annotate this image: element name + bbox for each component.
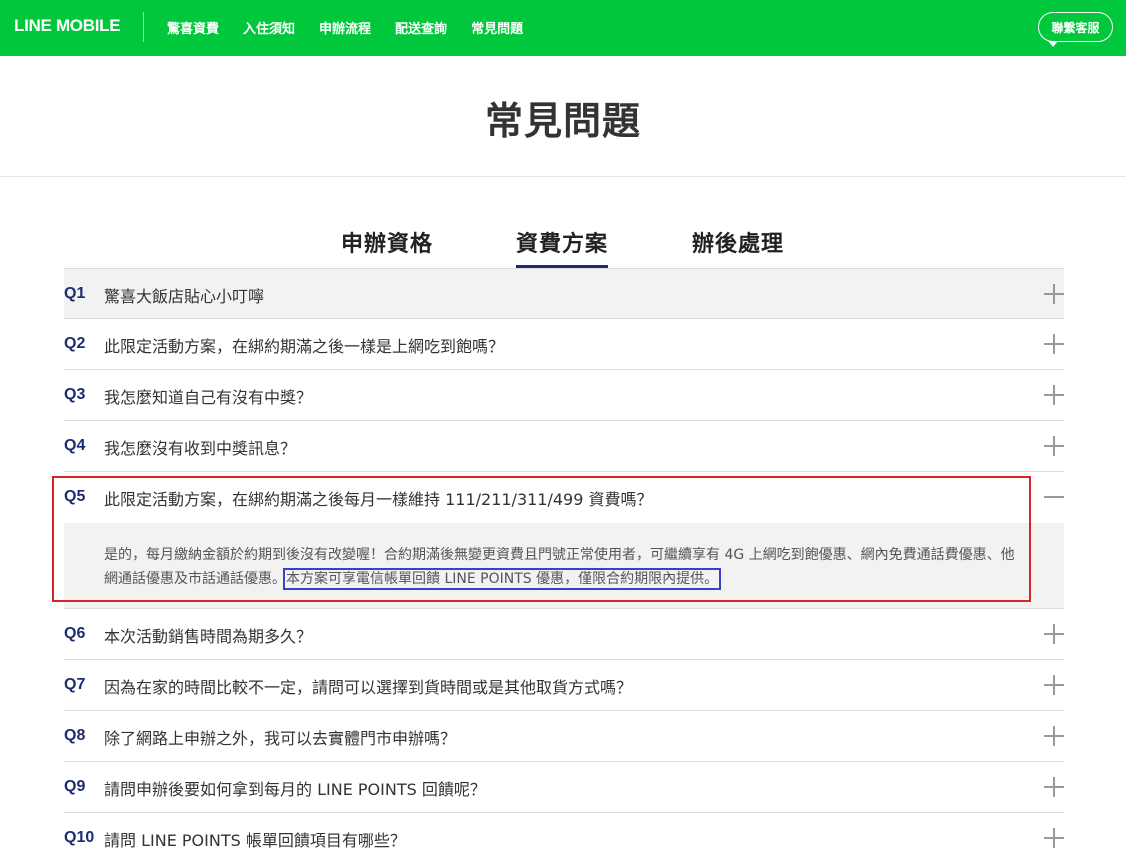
question-number: Q1: [64, 285, 86, 302]
faq-answer-q5: 是的，每月繳納金額於約期到後沒有改變喔！合約期滿後無變更資費且門號正常使用者，可…: [64, 523, 1064, 609]
tab-eligibility[interactable]: 申辦資格: [341, 226, 433, 268]
contact-support-button[interactable]: 聯繫客服: [1038, 12, 1113, 47]
tab-plans[interactable]: 資費方案: [516, 226, 609, 268]
top-navigation-bar: LINE MOBILE 驚喜資費 入住須知 申辦流程 配送查詢 常見問題 聯繫客…: [0, 0, 1126, 56]
faq-category-tabs: 申辦資格 資費方案 辦後處理: [0, 226, 1126, 268]
nav-link-process[interactable]: 申辦流程: [319, 18, 371, 37]
plus-icon[interactable]: [1044, 436, 1064, 456]
faq-item-q9[interactable]: Q9 請問申辦後要如何拿到每月的 LINE POINTS 回饋呢？: [64, 762, 1064, 813]
plus-icon[interactable]: [1044, 385, 1064, 405]
section-divider: [0, 176, 1126, 177]
nav-link-notice[interactable]: 入住須知: [243, 18, 295, 37]
question-number: Q4: [64, 437, 86, 454]
question-number: Q9: [64, 778, 86, 795]
contact-support-label: 聯繫客服: [1051, 20, 1100, 35]
plus-icon[interactable]: [1044, 828, 1064, 848]
faq-item-q6[interactable]: Q6 本次活動銷售時間為期多久？: [64, 609, 1064, 660]
question-text: 請問 LINE POINTS 帳單回饋項目有哪些？: [104, 831, 406, 850]
plus-icon[interactable]: [1044, 726, 1064, 746]
nav-link-faq[interactable]: 常見問題: [471, 18, 523, 37]
question-text: 除了網路上申辦之外，我可以去實體門市申辦嗎？: [104, 729, 457, 748]
faq-item-q2[interactable]: Q2 此限定活動方案，在綁約期滿之後一樣是上網吃到飽嗎？: [64, 319, 1064, 370]
page-title: 常見問題: [484, 99, 641, 143]
answer-text: 是的，每月繳納金額於約期到後沒有改變喔！合約期滿後無變更資費且門號正常使用者，可…: [104, 543, 1019, 591]
minus-icon[interactable]: [1044, 487, 1064, 507]
nav-link-delivery[interactable]: 配送查詢: [395, 18, 447, 37]
question-text: 請問申辦後要如何拿到每月的 LINE POINTS 回饋呢？: [104, 780, 486, 799]
main-nav: 驚喜資費 入住須知 申辦流程 配送查詢 常見問題: [167, 18, 547, 37]
nav-link-plans[interactable]: 驚喜資費: [167, 18, 219, 37]
question-number: Q6: [64, 625, 86, 642]
line-mobile-logo[interactable]: LINE MOBILE: [14, 16, 121, 36]
question-text: 本次活動銷售時間為期多久？: [104, 627, 313, 646]
plus-icon[interactable]: [1044, 624, 1064, 644]
faq-item-q7[interactable]: Q7 因為在家的時間比較不一定，請問可以選擇到貨時間或是其他取貨方式嗎？: [64, 660, 1064, 711]
plus-icon[interactable]: [1044, 675, 1064, 695]
question-number: Q8: [64, 727, 86, 744]
faq-item-q10[interactable]: Q10 請問 LINE POINTS 帳單回饋項目有哪些？: [64, 813, 1064, 862]
question-text: 驚喜大飯店貼心小叮嚀: [104, 287, 265, 306]
faq-item-q8[interactable]: Q8 除了網路上申辦之外，我可以去實體門市申辦嗎？: [64, 711, 1064, 762]
faq-list: Q1 驚喜大飯店貼心小叮嚀 Q2 此限定活動方案，在綁約期滿之後一樣是上網吃到飽…: [64, 268, 1064, 862]
question-text: 我怎麼知道自己有沒有中獎？: [104, 388, 313, 407]
faq-item-q5[interactable]: Q5 此限定活動方案，在綁約期滿之後每月一樣維持 111/211/311/499…: [64, 472, 1064, 523]
question-number: Q3: [64, 386, 86, 403]
plus-icon[interactable]: [1044, 284, 1064, 304]
faq-item-q3[interactable]: Q3 我怎麼知道自己有沒有中獎？: [64, 370, 1064, 421]
question-text: 此限定活動方案，在綁約期滿之後一樣是上網吃到飽嗎？: [104, 337, 505, 356]
nav-divider: [143, 12, 144, 42]
question-number: Q5: [64, 488, 86, 505]
question-number: Q2: [64, 335, 86, 352]
tab-after-service[interactable]: 辦後處理: [692, 226, 784, 268]
plus-icon[interactable]: [1044, 334, 1064, 354]
plus-icon[interactable]: [1044, 777, 1064, 797]
question-text: 我怎麼沒有收到中獎訊息？: [104, 439, 297, 458]
faq-item-q4[interactable]: Q4 我怎麼沒有收到中獎訊息？: [64, 421, 1064, 472]
question-number: Q7: [64, 676, 86, 693]
question-text: 此限定活動方案，在綁約期滿之後每月一樣維持 111/211/311/499 資費…: [104, 490, 653, 509]
answer-highlight-note: 本方案可享電信帳單回饋 LINE POINTS 優惠，僅限合約期限內提供。: [282, 568, 722, 590]
faq-item-q1[interactable]: Q1 驚喜大飯店貼心小叮嚀: [64, 268, 1064, 319]
question-text: 因為在家的時間比較不一定，請問可以選擇到貨時間或是其他取貨方式嗎？: [104, 678, 633, 697]
speech-bubble-tail: [1048, 41, 1058, 47]
question-number: Q10: [64, 829, 95, 846]
